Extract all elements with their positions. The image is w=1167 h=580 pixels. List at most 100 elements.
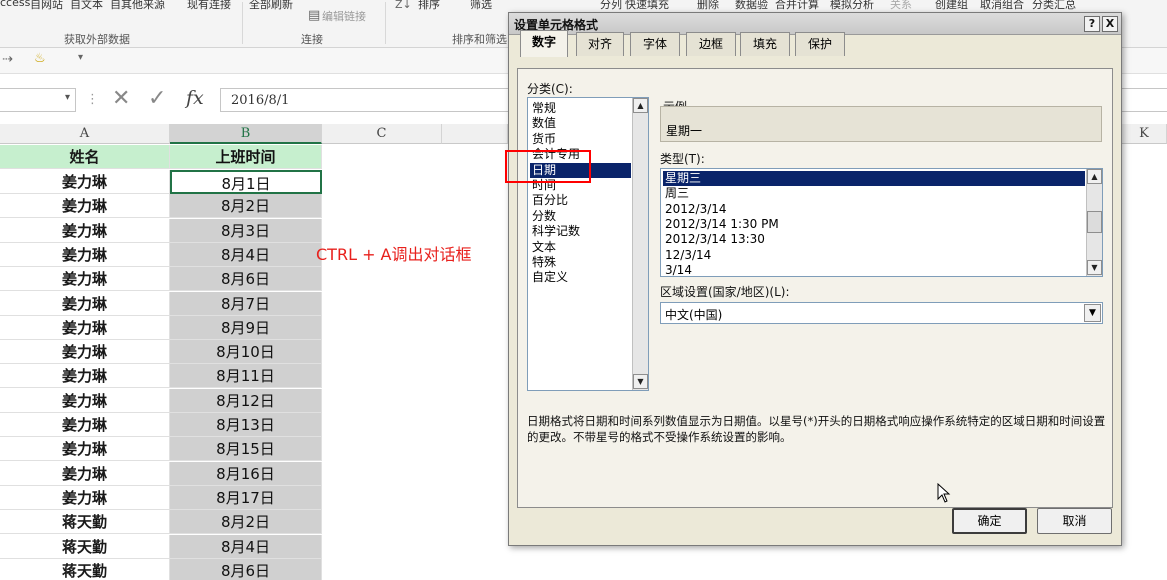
- help-button[interactable]: ?: [1084, 16, 1100, 32]
- cell-name[interactable]: 姜力琳: [0, 267, 170, 292]
- cell-name[interactable]: 姜力琳: [0, 413, 170, 437]
- ribbon-item-other[interactable]: 自其他来源: [110, 0, 165, 12]
- category-item[interactable]: 特殊: [530, 255, 628, 270]
- cell-time[interactable]: 8月9日: [170, 315, 322, 340]
- tab-fill[interactable]: 填充: [740, 32, 790, 56]
- category-item[interactable]: 百分比: [530, 193, 628, 208]
- ribbon-item-access[interactable]: ccess: [0, 0, 30, 9]
- category-item[interactable]: 文本: [530, 240, 628, 255]
- customize-qat-icon[interactable]: ▾: [78, 52, 83, 63]
- cell-header-name[interactable]: 姓名: [0, 145, 170, 169]
- ribbon-item-edit-links[interactable]: 编辑链接: [322, 8, 366, 24]
- ribbon-item-refresh[interactable]: 全部刷新: [249, 0, 293, 12]
- ribbon-item-split[interactable]: 分列: [600, 0, 622, 12]
- scroll-down-icon[interactable]: ▼: [633, 374, 648, 389]
- chevron-down-icon[interactable]: ▼: [1084, 304, 1101, 322]
- cell-time[interactable]: 8月12日: [170, 388, 322, 413]
- tab-font[interactable]: 字体: [630, 32, 680, 56]
- cell-name[interactable]: 姜力琳: [0, 364, 170, 389]
- ribbon-item-relations[interactable]: 关系: [890, 0, 912, 12]
- scroll-thumb[interactable]: [1087, 211, 1102, 233]
- cell-name[interactable]: 姜力琳: [0, 315, 170, 340]
- cell-time[interactable]: 8月17日: [170, 485, 322, 510]
- column-header-d[interactable]: [442, 124, 508, 144]
- cell-name[interactable]: 蒋天勤: [0, 558, 170, 580]
- cell-time[interactable]: 8月4日: [170, 534, 322, 559]
- cell-time[interactable]: 8月4日: [170, 242, 322, 267]
- cancel-icon[interactable]: ✕: [112, 86, 130, 111]
- category-scrollbar[interactable]: ▲ ▼: [632, 98, 648, 390]
- sort-za-icon[interactable]: Z↓: [395, 0, 412, 11]
- fx-icon[interactable]: fx: [186, 87, 204, 109]
- cell-time[interactable]: 8月1日: [170, 170, 322, 194]
- cell-time[interactable]: 8月2日: [170, 194, 322, 219]
- ribbon-item-subtotal[interactable]: 分类汇总: [1032, 0, 1076, 12]
- scroll-down-icon[interactable]: ▼: [1087, 260, 1102, 275]
- close-button[interactable]: X: [1102, 16, 1118, 32]
- ribbon-item-flashfill[interactable]: 快速填充: [625, 0, 669, 12]
- cell-name[interactable]: 姜力琳: [0, 291, 170, 316]
- cell-name[interactable]: 姜力琳: [0, 437, 170, 462]
- name-box[interactable]: ▾: [0, 88, 76, 112]
- locale-select[interactable]: 中文(中国) ▼: [660, 302, 1103, 324]
- chevron-down-icon[interactable]: ▾: [65, 92, 70, 103]
- category-list[interactable]: 常规 数值 货币 会计专用 日期 时间 百分比 分数 科学记数 文本 特殊 自定义 ▲ ▼: [527, 97, 649, 391]
- ribbon-item-group[interactable]: 创建组: [935, 0, 968, 12]
- cell-time[interactable]: 8月11日: [170, 364, 322, 389]
- type-scrollbar[interactable]: ▲ ▼: [1086, 169, 1102, 276]
- type-item[interactable]: 周三: [663, 186, 1085, 201]
- ribbon-item-web[interactable]: 自网站: [30, 0, 63, 12]
- cell-name[interactable]: 姜力琳: [0, 485, 170, 510]
- category-item[interactable]: 常规: [530, 101, 628, 116]
- cell-time[interactable]: 8月15日: [170, 437, 322, 462]
- cell-name[interactable]: 姜力琳: [0, 218, 170, 243]
- cell-name[interactable]: 姜力琳: [0, 170, 170, 194]
- type-item[interactable]: 12/3/14: [663, 248, 1085, 263]
- tab-number[interactable]: 数字: [520, 30, 568, 57]
- category-item[interactable]: 货币: [530, 132, 628, 147]
- cell-name[interactable]: 姜力琳: [0, 242, 170, 267]
- type-item[interactable]: 2012/3/14 13:30: [663, 232, 1085, 247]
- cell-time[interactable]: 8月16日: [170, 461, 322, 486]
- ok-button[interactable]: 确定: [952, 508, 1027, 534]
- cell-time[interactable]: 8月10日: [170, 340, 322, 365]
- cancel-button[interactable]: 取消: [1037, 508, 1112, 534]
- cell-header-time[interactable]: 上班时间: [170, 145, 322, 169]
- cell-time[interactable]: 8月3日: [170, 218, 322, 243]
- cell-name[interactable]: 姜力琳: [0, 194, 170, 219]
- column-header-b[interactable]: B: [170, 124, 322, 144]
- ribbon-item-whatif[interactable]: 模拟分析: [830, 0, 874, 12]
- scroll-up-icon[interactable]: ▲: [1087, 169, 1102, 184]
- cell-name[interactable]: 姜力琳: [0, 461, 170, 486]
- column-header-c[interactable]: C: [322, 124, 442, 144]
- cell-time[interactable]: 8月2日: [170, 510, 322, 535]
- column-header-a[interactable]: A: [0, 124, 170, 144]
- cell-time[interactable]: 8月13日: [170, 413, 322, 437]
- tab-protection[interactable]: 保护: [795, 32, 845, 56]
- cell-time[interactable]: 8月6日: [170, 267, 322, 292]
- cell-time[interactable]: 8月6日: [170, 558, 322, 580]
- cell-name[interactable]: 姜力琳: [0, 340, 170, 365]
- ribbon-item-existing[interactable]: 现有连接: [187, 0, 231, 12]
- type-item[interactable]: 2012/3/14: [663, 202, 1085, 217]
- cell-name[interactable]: 蒋天勤: [0, 510, 170, 535]
- type-item[interactable]: 2012/3/14 1:30 PM: [663, 217, 1085, 232]
- category-item[interactable]: 科学记数: [530, 224, 628, 239]
- type-item[interactable]: 3/14: [663, 263, 1085, 276]
- type-item[interactable]: 星期三: [663, 171, 1085, 186]
- tab-border[interactable]: 边框: [686, 32, 736, 56]
- category-item[interactable]: 数值: [530, 116, 628, 131]
- ribbon-item-consolidate[interactable]: 合并计算: [775, 0, 819, 12]
- type-list[interactable]: 星期三 周三 2012/3/14 2012/3/14 1:30 PM 2012/3/14…: [660, 168, 1103, 277]
- category-item[interactable]: 自定义: [530, 270, 628, 285]
- enter-check-icon[interactable]: ✓: [148, 86, 166, 111]
- arrow-icon[interactable]: ⇢: [2, 52, 13, 67]
- ribbon-item-ungroup[interactable]: 取消组合: [980, 0, 1024, 12]
- ribbon-item-sort[interactable]: 排序: [418, 0, 440, 12]
- category-item[interactable]: 分数: [530, 209, 628, 224]
- ribbon-item-text[interactable]: 自文本: [70, 0, 103, 12]
- scroll-up-icon[interactable]: ▲: [633, 98, 648, 113]
- ribbon-item-validate[interactable]: 数据验: [735, 0, 768, 12]
- cell-time[interactable]: 8月7日: [170, 291, 322, 316]
- cell-name[interactable]: 蒋天勤: [0, 534, 170, 559]
